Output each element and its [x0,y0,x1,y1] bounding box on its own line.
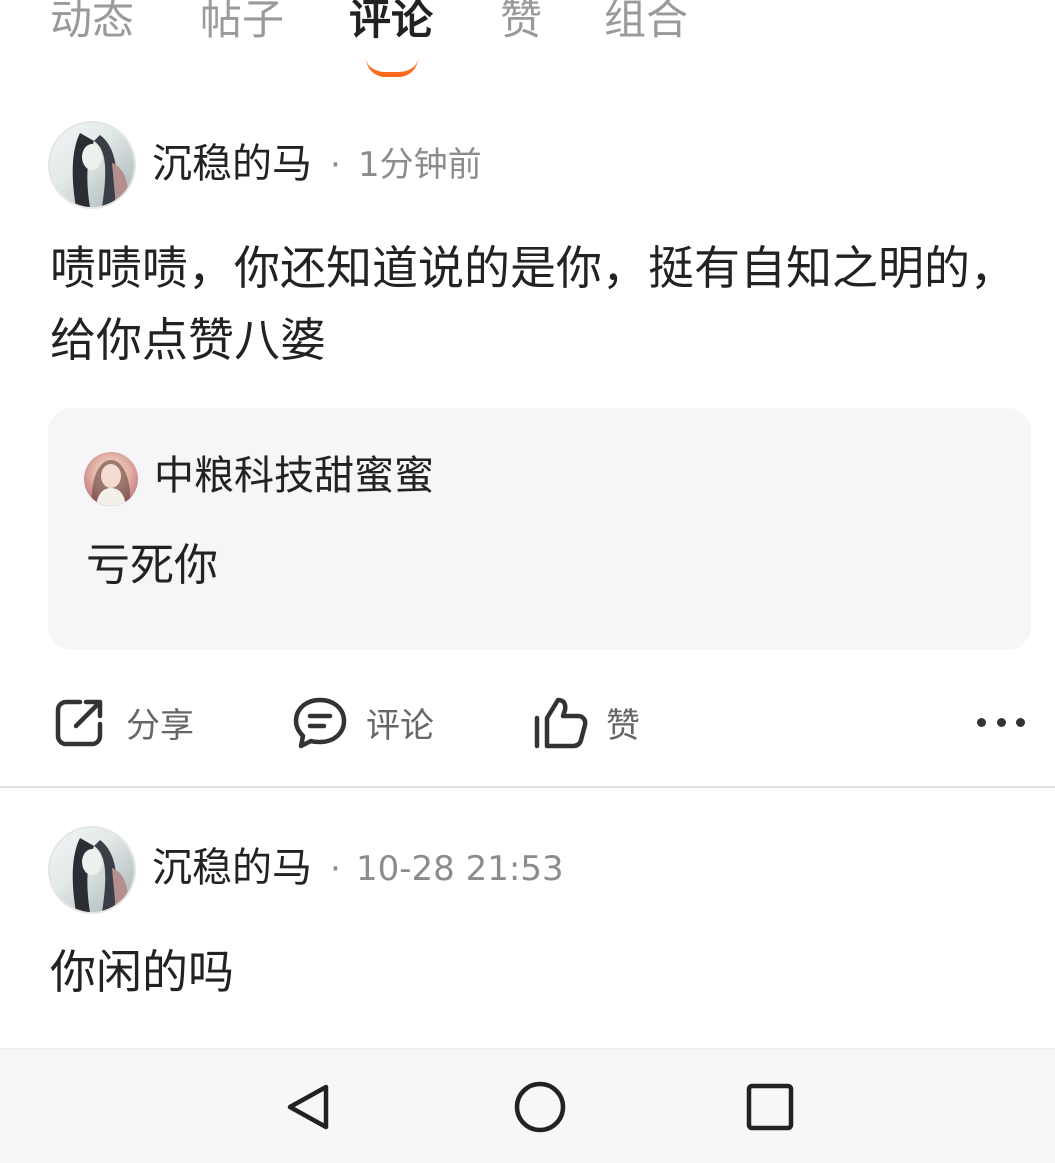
post-time: 1分钟前 [358,145,482,185]
quote-avatar[interactable] [84,452,138,506]
meta-separator: · [330,145,341,185]
share-button[interactable]: 分享 [52,690,194,754]
divider [0,786,1055,788]
share-label: 分享 [126,705,194,746]
author-name[interactable]: 沉稳的马 [152,844,312,892]
comment-icon [293,697,347,749]
like-button[interactable]: 赞 [532,690,640,754]
back-triangle-icon[interactable] [282,1079,338,1135]
post-time: 10-28 21:53 [356,849,564,889]
profile-tabs: 动态 帖子 评论 赞 组合 [0,0,1055,90]
quoted-reply[interactable]: 中粮科技甜蜜蜜 亏死你 [48,408,1031,650]
quote-author[interactable]: 中粮科技甜蜜蜜 [154,452,434,500]
share-icon [55,699,103,747]
comment-text[interactable]: 啧啧啧，你还知道说的是你，挺有自知之明的，给你点赞八婆 [50,232,1030,376]
home-circle-icon[interactable] [512,1079,568,1135]
comment-button[interactable]: 评论 [292,690,434,754]
tab-comments[interactable]: 评论 [349,0,433,46]
tab-posts[interactable]: 帖子 [200,0,284,46]
tab-portfolio[interactable]: 组合 [604,0,688,46]
author-name[interactable]: 沉稳的马 [152,140,312,188]
comment-text[interactable]: 你闲的吗 [50,936,1030,1008]
dot [996,717,1006,727]
active-tab-indicator [366,58,418,77]
recents-square-icon[interactable] [742,1079,798,1135]
more-dots-icon[interactable] [977,704,1025,740]
quote-text: 亏死你 [86,540,218,591]
avatar[interactable] [48,826,136,914]
action-bar: 分享 评论 赞 [0,690,1055,754]
tab-dynamic[interactable]: 动态 [50,0,134,46]
avatar[interactable] [48,121,136,209]
tab-likes[interactable]: 赞 [500,0,542,46]
dot [977,717,986,727]
like-label: 赞 [606,705,640,746]
meta-separator: · [330,849,341,889]
system-nav-bar [0,1048,1055,1163]
dot [1016,717,1025,727]
comment-label: 评论 [366,705,434,746]
thumbs-up-icon [534,697,588,749]
